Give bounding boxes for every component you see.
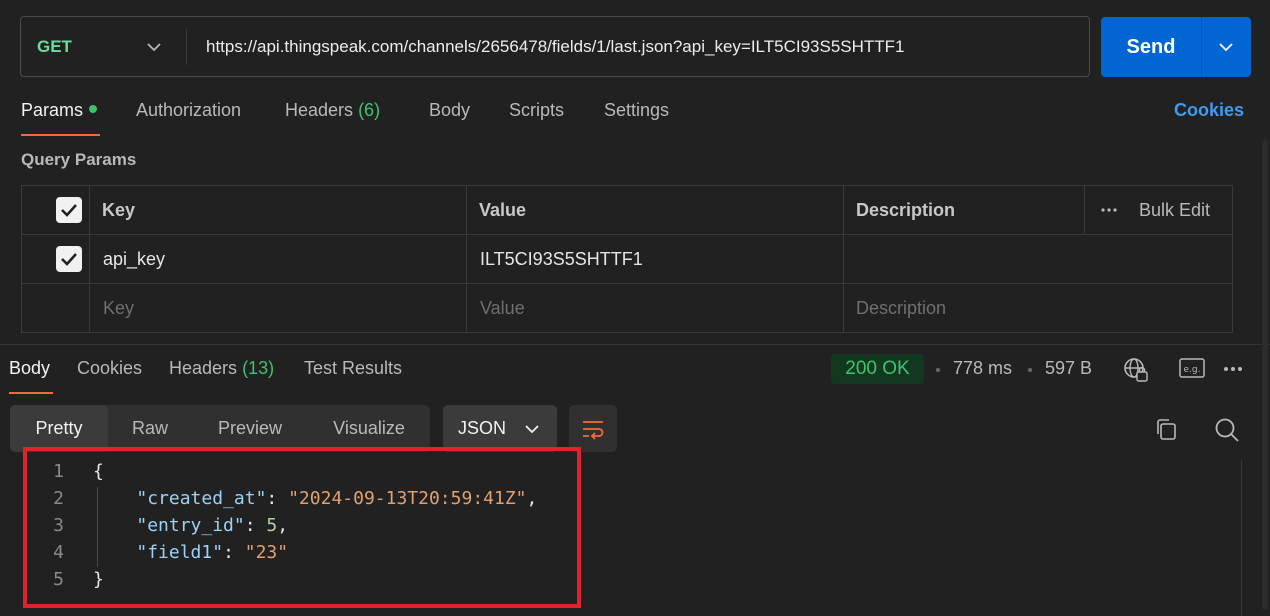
url-input[interactable]: https://api.thingspeak.com/channels/2656… xyxy=(206,17,905,76)
column-header-description: Description xyxy=(856,199,956,220)
active-tab-underline xyxy=(21,134,100,136)
table-row: api_key ILT5CI93S5SHTTF1 xyxy=(22,235,1232,284)
highlight-annotation-box xyxy=(23,447,581,608)
cookies-link[interactable]: Cookies xyxy=(1174,100,1244,121)
response-tab-headers[interactable]: Headers (13) xyxy=(169,358,274,379)
column-header-value: Value xyxy=(479,199,527,220)
select-all-checkbox[interactable] xyxy=(56,197,82,223)
param-key-cell[interactable]: api_key xyxy=(103,235,165,283)
response-tab-cookies[interactable]: Cookies xyxy=(77,358,142,379)
tab-headers-label: Headers xyxy=(285,100,354,120)
response-size[interactable]: 597 B xyxy=(1045,358,1092,379)
wrap-lines-icon xyxy=(583,421,604,440)
separator-dot xyxy=(1028,368,1032,372)
view-preview[interactable]: Preview xyxy=(192,405,308,452)
response-headers-count: (13) xyxy=(242,358,275,378)
tab-params-label: Params xyxy=(21,100,84,120)
chevron-down-icon[interactable] xyxy=(145,38,163,56)
network-globe-icon[interactable] xyxy=(1123,357,1149,383)
query-params-title: Query Params xyxy=(21,150,137,169)
description-input[interactable]: Description xyxy=(856,284,946,332)
response-tab-body[interactable]: Body xyxy=(9,358,50,379)
scrollbar[interactable] xyxy=(1262,140,1268,610)
bulk-edit-button[interactable]: Bulk Edit xyxy=(1139,186,1210,234)
chevron-down-icon xyxy=(525,425,539,434)
tab-headers[interactable]: Headers (6) xyxy=(285,100,380,126)
response-time[interactable]: 778 ms xyxy=(953,358,1012,379)
table-row-empty: Key Value Description xyxy=(22,284,1232,333)
tab-params[interactable]: Params xyxy=(21,100,98,126)
param-value-cell[interactable]: ILT5CI93S5SHTTF1 xyxy=(480,235,643,283)
format-label: JSON xyxy=(458,418,507,438)
pane-divider[interactable] xyxy=(0,344,1270,345)
format-select[interactable]: JSON xyxy=(443,405,557,452)
active-tab-underline xyxy=(9,392,53,394)
view-visualize[interactable]: Visualize xyxy=(308,405,430,452)
response-tab-test-results[interactable]: Test Results xyxy=(304,358,402,379)
search-icon[interactable] xyxy=(1213,416,1241,444)
more-options-icon[interactable] xyxy=(1223,366,1243,372)
column-header-key: Key xyxy=(102,199,136,220)
value-input[interactable]: Value xyxy=(480,284,525,332)
tab-authorization[interactable]: Authorization xyxy=(136,100,241,126)
status-badge[interactable]: 200 OK xyxy=(831,354,924,384)
tab-scripts[interactable]: Scripts xyxy=(509,100,564,126)
param-description-cell[interactable] xyxy=(856,235,1216,283)
wrap-lines-button[interactable] xyxy=(569,405,617,452)
checkmark-icon xyxy=(61,253,77,266)
separator-dot xyxy=(936,368,940,372)
checkmark-icon xyxy=(61,204,77,217)
view-mode-switcher: Pretty Raw Preview Visualize xyxy=(10,405,430,452)
view-pretty[interactable]: Pretty xyxy=(10,405,108,452)
url-divider xyxy=(186,29,187,65)
params-table: Key Value Description Bulk Edit api_key … xyxy=(21,185,1233,333)
copy-icon[interactable] xyxy=(1154,417,1180,443)
headers-count: (6) xyxy=(358,100,381,120)
send-button-group: Send xyxy=(1101,17,1251,77)
view-raw[interactable]: Raw xyxy=(108,405,192,452)
tab-body[interactable]: Body xyxy=(429,100,470,126)
params-active-dot xyxy=(89,105,98,114)
url-bar: GET https://api.thingspeak.com/channels/… xyxy=(20,16,1090,77)
send-divider xyxy=(1201,17,1202,77)
editor-scrollbar-track[interactable] xyxy=(1241,460,1242,616)
send-button[interactable]: Send xyxy=(1101,17,1201,77)
table-header-row: Key Value Description Bulk Edit xyxy=(22,186,1232,235)
tab-settings[interactable]: Settings xyxy=(604,100,669,126)
svg-text:e.g.: e.g. xyxy=(1184,365,1201,375)
row-checkbox[interactable] xyxy=(56,246,82,272)
key-input[interactable]: Key xyxy=(103,284,134,332)
method-select[interactable]: GET xyxy=(37,17,72,76)
response-headers-label: Headers xyxy=(169,358,238,378)
chevron-down-icon[interactable] xyxy=(1217,38,1235,56)
save-as-example-icon[interactable]: e.g. xyxy=(1179,358,1205,380)
more-options-icon[interactable] xyxy=(1100,186,1118,234)
